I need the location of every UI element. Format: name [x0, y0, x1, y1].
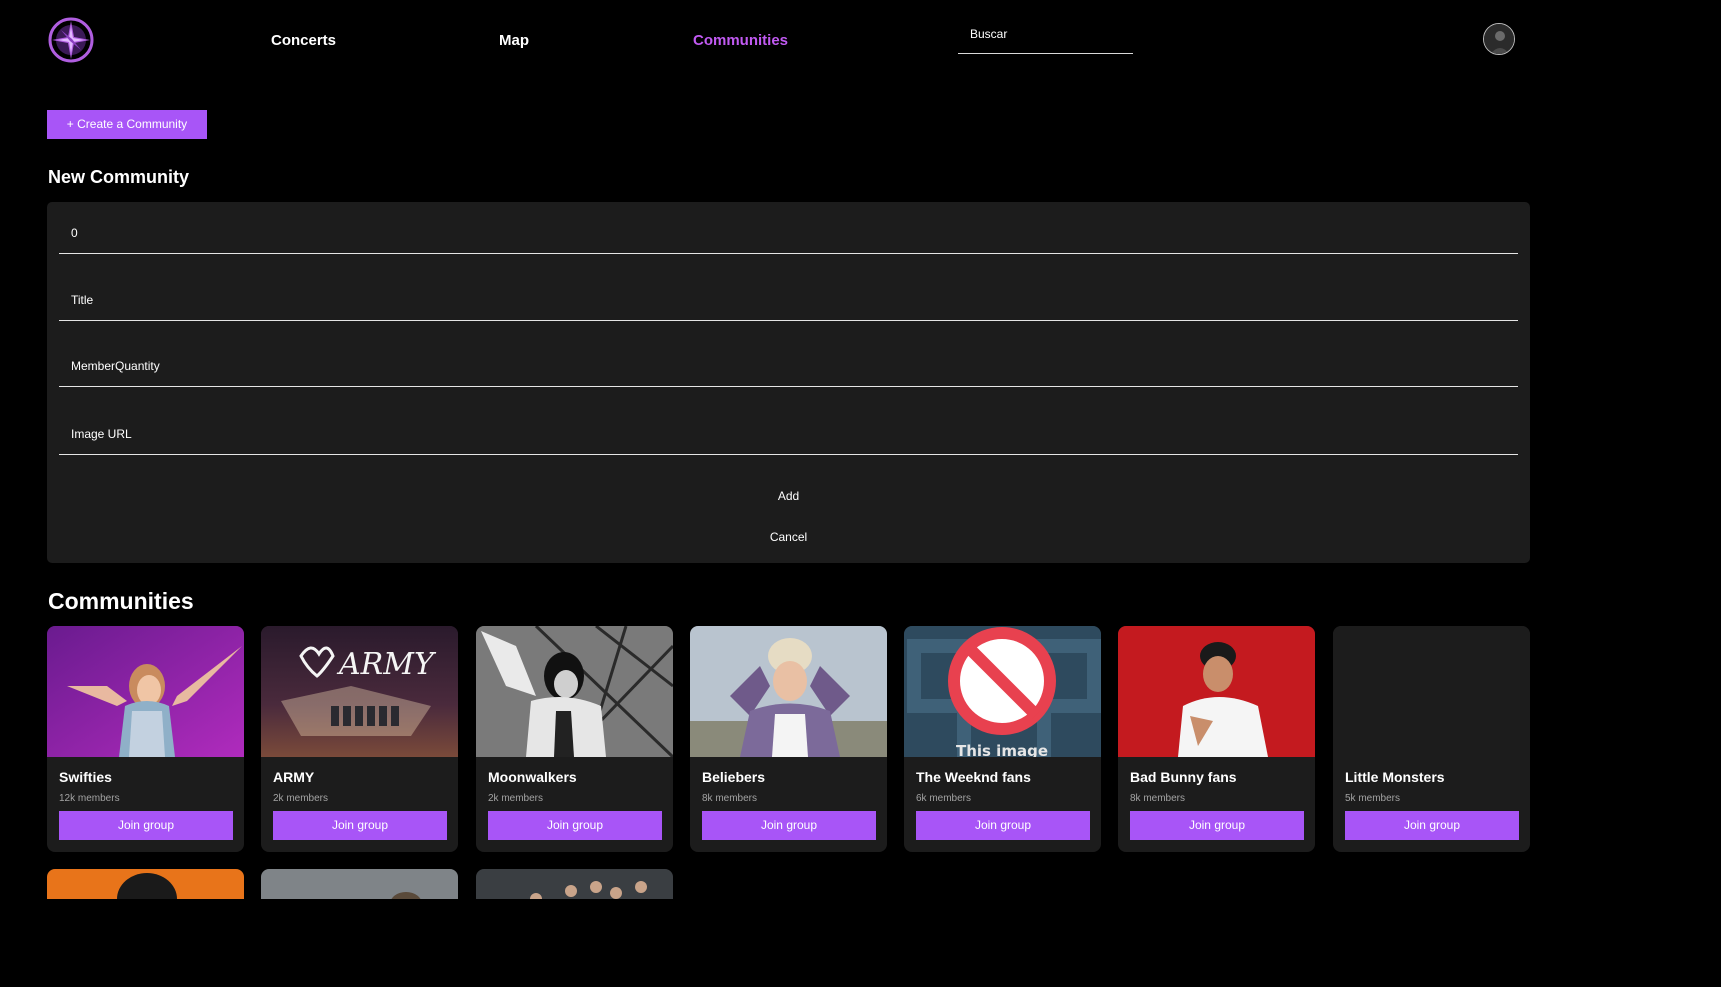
- card-title: Bad Bunny fans: [1130, 769, 1237, 785]
- card-members: 5k members: [1345, 793, 1401, 804]
- add-button[interactable]: Add: [47, 489, 1530, 503]
- card-members: 6k members: [916, 793, 972, 804]
- beliebers-image: [690, 626, 887, 757]
- community-card-army: ARMY ARMY 2k members Join group: [261, 626, 458, 852]
- army-image-text: ARMY: [336, 647, 437, 682]
- weeknd-image-text: This image: [956, 742, 1048, 757]
- weeknd-image-placeholder: This image: [904, 626, 1101, 757]
- card-title: Little Monsters: [1345, 769, 1445, 785]
- join-group-button[interactable]: Join group: [702, 811, 876, 840]
- community-card-moonwalkers: Moonwalkers 2k members Join group: [476, 626, 673, 852]
- community-card-partial: [261, 869, 458, 899]
- member-quantity-field[interactable]: MemberQuantity: [59, 335, 1518, 387]
- community-card-bad-bunny-fans: Bad Bunny fans 8k members Join group: [1118, 626, 1315, 852]
- new-community-form: 0 Title MemberQuantity Image URL Add Can…: [47, 202, 1530, 563]
- community-card-swifties: Swifties 12k members Join group: [47, 626, 244, 852]
- community-card-the-weeknd-fans: This image The Weeknd fans 6k members Jo…: [904, 626, 1101, 852]
- join-group-button[interactable]: Join group: [273, 811, 447, 840]
- join-group-button[interactable]: Join group: [59, 811, 233, 840]
- card-title: Swifties: [59, 769, 112, 785]
- bad-bunny-image: [1118, 626, 1315, 757]
- card-members: 8k members: [702, 793, 758, 804]
- little-monsters-image-empty: [1333, 626, 1530, 757]
- army-image: ARMY: [261, 626, 458, 757]
- join-group-button[interactable]: Join group: [488, 811, 662, 840]
- card-members: 12k members: [59, 793, 120, 804]
- nav-communities[interactable]: Communities: [693, 32, 788, 49]
- nav-map[interactable]: Map: [499, 32, 529, 49]
- communities-page: Concerts Map Communities Buscar + Create…: [0, 0, 1568, 899]
- nav-concerts[interactable]: Concerts: [271, 32, 336, 49]
- search-input[interactable]: Buscar: [958, 22, 1133, 54]
- card-title: Moonwalkers: [488, 769, 577, 785]
- join-group-button[interactable]: Join group: [1345, 811, 1519, 840]
- card-title: The Weeknd fans: [916, 769, 1031, 785]
- card-title: ARMY: [273, 769, 315, 785]
- communities-heading: Communities: [48, 588, 194, 614]
- community-card-little-monsters: Little Monsters 5k members Join group: [1333, 626, 1530, 852]
- swifties-image: [47, 626, 244, 757]
- card-members: 2k members: [273, 793, 329, 804]
- image-url-field[interactable]: Image URL: [59, 403, 1518, 455]
- create-community-button[interactable]: + Create a Community: [47, 110, 207, 139]
- user-avatar[interactable]: [1483, 23, 1515, 55]
- title-field[interactable]: Title: [59, 269, 1518, 321]
- join-group-button[interactable]: Join group: [916, 811, 1090, 840]
- community-card-beliebers: Beliebers 8k members Join group: [690, 626, 887, 852]
- id-field[interactable]: 0: [59, 202, 1518, 254]
- card-title: Beliebers: [702, 769, 766, 785]
- compass-logo-icon[interactable]: [48, 17, 94, 63]
- community-card-partial: [476, 869, 673, 899]
- cancel-button[interactable]: Cancel: [47, 530, 1530, 544]
- card-members: 8k members: [1130, 793, 1186, 804]
- moonwalkers-image: [476, 626, 673, 757]
- join-group-button[interactable]: Join group: [1130, 811, 1304, 840]
- new-community-heading: New Community: [48, 167, 190, 187]
- card-members: 2k members: [488, 793, 544, 804]
- community-card-partial: [47, 869, 244, 899]
